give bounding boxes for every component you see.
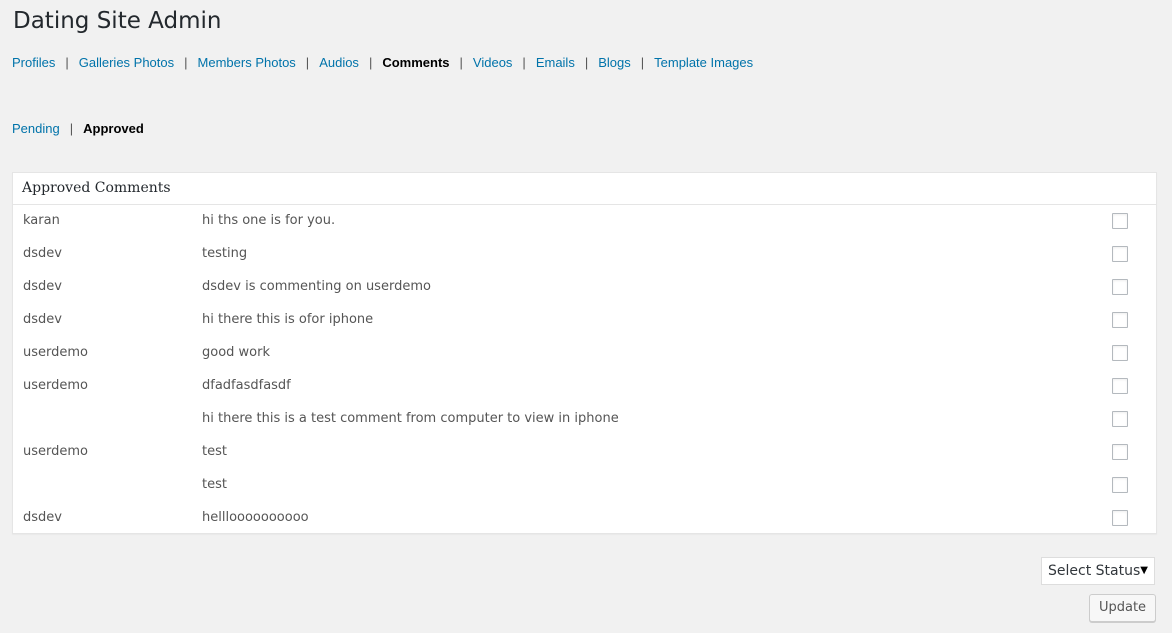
comment-row: dsdev hi there this is ofor iphone (13, 304, 1156, 337)
nav-link-separator: | (368, 55, 373, 70)
nav-link-audios[interactable]: Audios (319, 55, 359, 70)
comment-row: dsdev testing (13, 238, 1156, 271)
update-button[interactable]: Update (1089, 594, 1156, 622)
status-subnav: Pending | Approved (12, 121, 144, 136)
caret-down-icon: ▼ (1140, 565, 1148, 576)
nav-link-profiles[interactable]: Profiles (12, 55, 55, 70)
comment-checkbox[interactable] (1112, 312, 1128, 328)
nav-link-separator: | (640, 55, 645, 70)
comment-row: dsdev hellloooooooooo (13, 502, 1156, 535)
comment-text: hellloooooooooo (202, 510, 309, 525)
comment-user: userdemo (23, 444, 88, 459)
approved-comments-panel: Approved Comments karan hi ths one is for… (12, 172, 1157, 534)
nav-link-template-images[interactable]: Template Images (654, 55, 753, 70)
nav-link-separator: | (584, 55, 589, 70)
comment-text: test (202, 444, 227, 459)
comment-row: dsdev dsdev is commenting on userdemo (13, 271, 1156, 304)
comment-row: karan hi ths one is for you. (13, 205, 1156, 238)
comment-checkbox[interactable] (1112, 279, 1128, 295)
nav-link-blogs[interactable]: Blogs (598, 55, 631, 70)
nav-link-separator: | (305, 55, 310, 70)
comment-text: test (202, 477, 227, 492)
comment-row: userdemo dfadfasdfasdf (13, 370, 1156, 403)
comment-checkbox[interactable] (1112, 411, 1128, 427)
comment-checkbox[interactable] (1112, 246, 1128, 262)
panel-title: Approved Comments (13, 173, 1156, 205)
nav-link-separator: | (459, 55, 463, 70)
nav-link-separator: | (184, 55, 188, 70)
subnav-link-separator: | (69, 121, 74, 136)
comment-user: userdemo (23, 378, 88, 393)
page-title: Dating Site Admin (13, 8, 222, 34)
comment-text: hi there this is ofor iphone (202, 312, 374, 327)
nav-link-members-photos[interactable]: Members Photos (198, 55, 296, 70)
subnav-link-approved: Approved (83, 121, 144, 136)
nav-link-comments: Comments (382, 55, 450, 70)
comment-user: dsdev (23, 510, 62, 525)
comment-checkbox[interactable] (1112, 345, 1128, 361)
nav-link-emails[interactable]: Emails (536, 55, 575, 70)
comment-user: dsdev (23, 279, 62, 294)
comment-user: dsdev (23, 312, 62, 327)
comment-text: hi there this is a test comment from com… (202, 411, 619, 426)
comment-user: userdemo (23, 345, 88, 360)
comment-row: userdemo good work (13, 337, 1156, 370)
status-select-value: Select Status (1048, 563, 1141, 579)
subnav-link-pending[interactable]: Pending (12, 121, 60, 136)
comment-text: testing (202, 246, 248, 261)
comment-row: userdemo test (13, 436, 1156, 469)
comment-checkbox[interactable] (1112, 378, 1128, 394)
nav-link-galleries-photos[interactable]: Galleries Photos (79, 55, 174, 70)
comment-user: karan (23, 213, 60, 228)
comments-list: karan hi ths one is for you. dsdev testing d… (13, 205, 1156, 535)
comment-checkbox[interactable] (1112, 213, 1128, 229)
nav-link-videos[interactable]: Videos (473, 55, 513, 70)
comment-text: dfadfasdfasdf (202, 378, 291, 393)
nav-link-separator: | (65, 55, 69, 70)
comment-checkbox[interactable] (1112, 477, 1128, 493)
status-select[interactable]: Select Status ▼ (1041, 557, 1155, 585)
comment-checkbox[interactable] (1112, 444, 1128, 460)
main-nav: Profiles | Galleries Photos | Members Photos… (12, 55, 753, 70)
comment-text: dsdev is commenting on userdemo (202, 279, 431, 294)
comment-row: hi there this is a test comment from com… (13, 403, 1156, 436)
nav-link-separator: | (522, 55, 526, 70)
comment-text: good work (202, 345, 271, 360)
comment-checkbox[interactable] (1112, 510, 1128, 526)
comment-user: dsdev (23, 246, 62, 261)
comment-row: test (13, 469, 1156, 502)
comment-text: hi ths one is for you. (202, 213, 336, 228)
